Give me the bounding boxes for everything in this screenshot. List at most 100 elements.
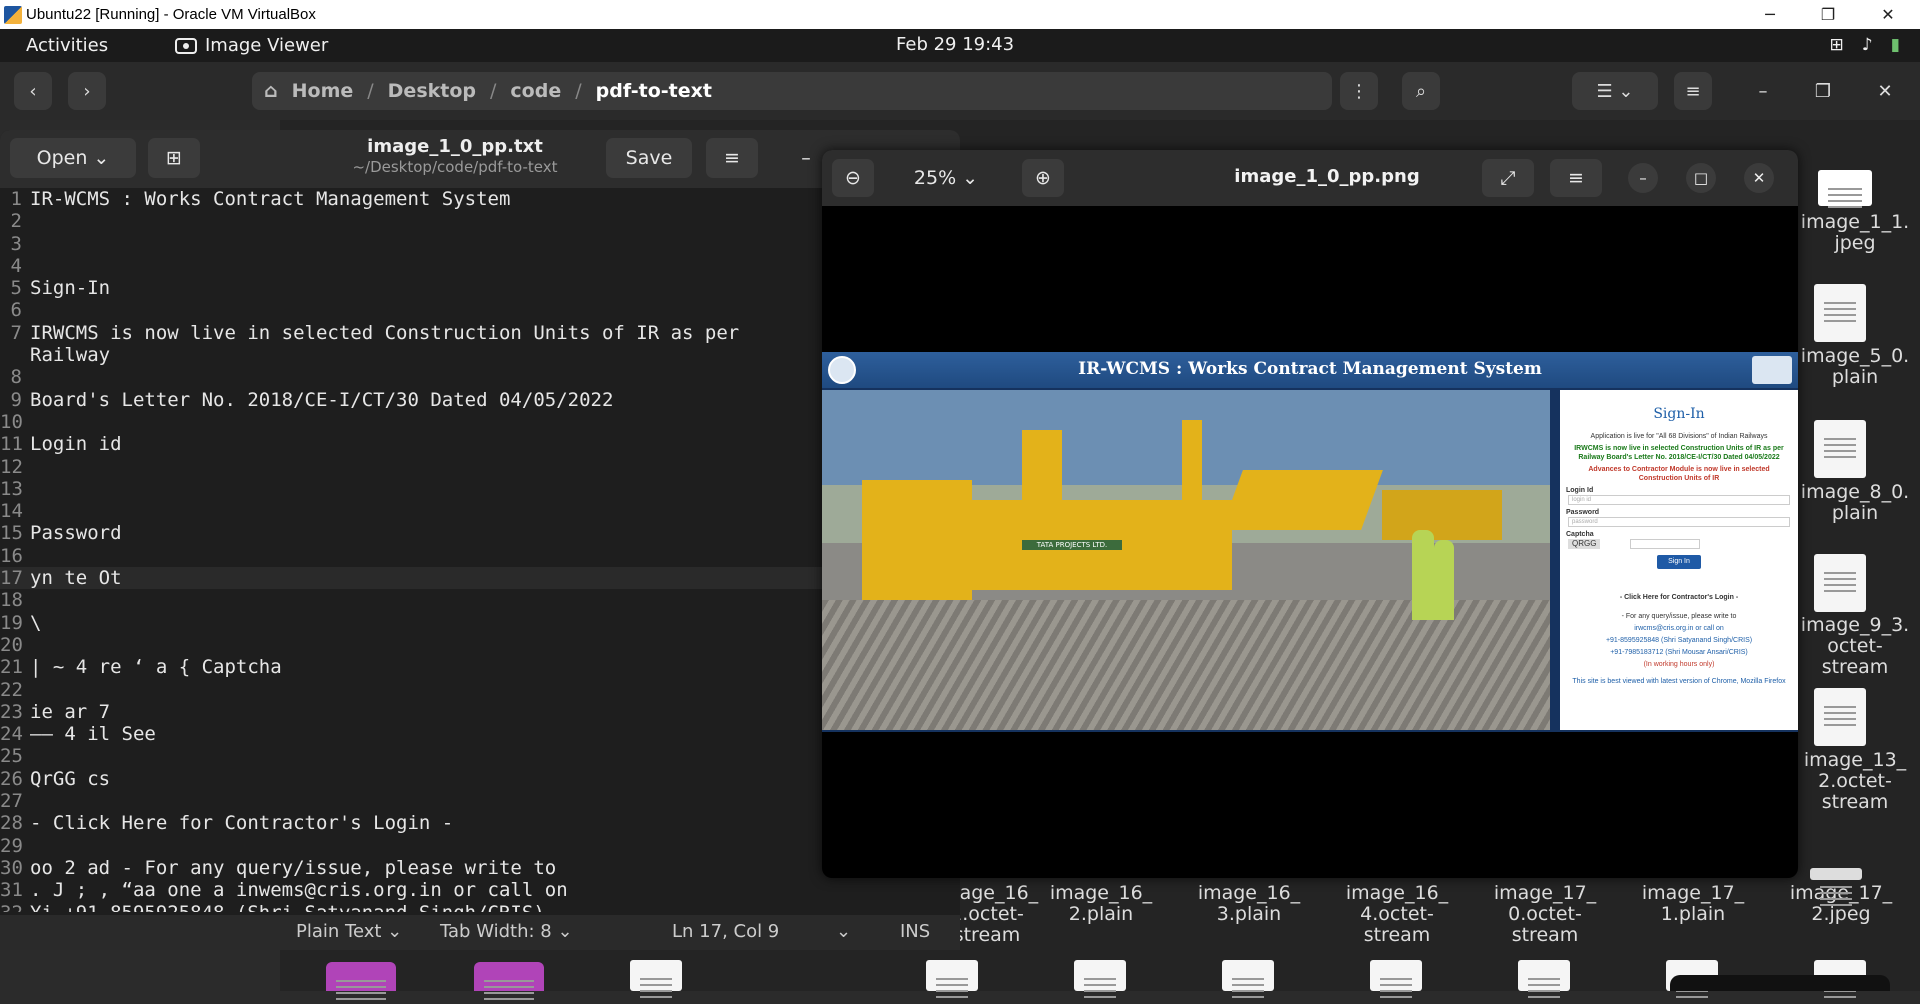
editor-menu-button[interactable]: ≡ bbox=[706, 138, 758, 178]
document-icon[interactable] bbox=[1222, 960, 1274, 1002]
code-line[interactable]: 15 Password bbox=[0, 522, 960, 544]
syntax-selector[interactable]: Plain Text ⌄ bbox=[296, 921, 402, 942]
code-line[interactable]: 24 —— 4 il See bbox=[0, 723, 960, 745]
file-item[interactable]: image_1_1. jpeg bbox=[1780, 212, 1920, 254]
back-button[interactable]: ‹ bbox=[14, 72, 52, 110]
code-line[interactable]: 1 IR-WCMS : Works Contract Management Sys… bbox=[0, 188, 960, 210]
line-text: Yi +91-8595925848 (Shri Satyanand Singh/… bbox=[30, 902, 545, 913]
code-line[interactable]: 21 | ~ 4 re ‘ a { Captcha bbox=[0, 656, 960, 678]
code-line[interactable]: 22 bbox=[0, 679, 960, 701]
code-line[interactable]: 5 Sign-In bbox=[0, 277, 960, 299]
path-desktop[interactable]: Desktop bbox=[388, 80, 476, 102]
code-line[interactable]: 25 bbox=[0, 745, 960, 767]
code-line[interactable]: 29 bbox=[0, 835, 960, 857]
code-line[interactable]: 8 bbox=[0, 366, 960, 388]
code-line[interactable]: 6 bbox=[0, 299, 960, 321]
files-maximize-button[interactable]: ❐ bbox=[1804, 72, 1842, 110]
viewer-close-button[interactable]: ✕ bbox=[1744, 163, 1774, 193]
file-item[interactable]: image_5_0. plain bbox=[1780, 346, 1920, 388]
document-icon[interactable] bbox=[1518, 960, 1570, 1002]
files-close-button[interactable]: ✕ bbox=[1866, 72, 1904, 110]
zoom-in-icon[interactable]: ⊕ bbox=[1022, 159, 1064, 197]
code-line[interactable]: 19 \ bbox=[0, 612, 960, 634]
code-line[interactable]: 11 Login id bbox=[0, 433, 960, 455]
code-line[interactable]: 20 bbox=[0, 634, 960, 656]
zoom-out-icon[interactable]: ⊖ bbox=[832, 159, 874, 197]
code-line[interactable]: 32Yi +91-8595925848 (Shri Satyanand Sing… bbox=[0, 902, 960, 913]
save-button[interactable]: Save bbox=[606, 138, 692, 178]
viewer-maximize-button[interactable]: □ bbox=[1686, 163, 1716, 193]
cursor-position[interactable]: Ln 17, Col 9 bbox=[672, 921, 779, 942]
files-menu-button[interactable]: ≡ bbox=[1674, 72, 1712, 110]
viewer-minimize-button[interactable]: – bbox=[1628, 163, 1658, 193]
displayed-image[interactable]: IR-WCMS : Works Contract Management Syst… bbox=[822, 352, 1798, 732]
signin-button[interactable]: Sign In bbox=[1657, 555, 1701, 569]
app-menu[interactable]: Image Viewer bbox=[175, 35, 328, 56]
search-icon[interactable]: ⌕ bbox=[1402, 72, 1440, 110]
code-line[interactable]: 26 QrGG cs bbox=[0, 768, 960, 790]
cursor-menu-icon[interactable]: ⌄ bbox=[836, 921, 851, 942]
system-tray[interactable]: ⊞ ♪ ▮ bbox=[1830, 35, 1900, 55]
file-item[interactable]: image_9_3. octet- stream bbox=[1780, 615, 1920, 678]
line-text: Board's Letter No. 2018/CE-I/CT/30 Dated… bbox=[30, 388, 614, 411]
code-line[interactable]: 31 . J ; , “aa one a inwems@cris.org.in o… bbox=[0, 879, 960, 901]
vbox-restore-button[interactable]: ❐ bbox=[1800, 0, 1856, 29]
code-line[interactable]: 27 bbox=[0, 790, 960, 812]
path-home[interactable]: Home bbox=[292, 80, 354, 102]
code-line[interactable]: 9 Board's Letter No. 2018/CE-I/CT/30 Date… bbox=[0, 389, 960, 411]
insert-mode[interactable]: INS bbox=[900, 921, 930, 942]
code-line[interactable]: 16 bbox=[0, 545, 960, 567]
login-field[interactable]: login id bbox=[1568, 495, 1790, 505]
activities-button[interactable]: Activities bbox=[26, 35, 108, 56]
files-minimize-button[interactable]: – bbox=[1744, 72, 1782, 110]
file-item[interactable]: image_17_ 0.octet- stream bbox=[1470, 883, 1620, 946]
file-item[interactable]: image_13_ 2.octet- stream bbox=[1780, 750, 1920, 813]
document-icon[interactable] bbox=[630, 960, 682, 1002]
forward-button[interactable]: › bbox=[68, 72, 106, 110]
code-line[interactable]: 14 bbox=[0, 500, 960, 522]
path-code[interactable]: code bbox=[510, 80, 561, 102]
code-line[interactable]: Railway bbox=[0, 344, 960, 366]
view-toggle-button[interactable]: ☰ ⌄ bbox=[1572, 72, 1658, 110]
document-icon[interactable] bbox=[926, 960, 978, 1002]
code-line[interactable]: 23 ie ar 7 bbox=[0, 701, 960, 723]
viewer-menu-button[interactable]: ≡ bbox=[1550, 159, 1602, 197]
code-line[interactable]: 4 bbox=[0, 255, 960, 277]
file-item[interactable]: image_16_ 3.plain bbox=[1174, 883, 1324, 925]
zoom-level-selector[interactable]: 25% ⌄ bbox=[888, 159, 1004, 197]
vbox-close-button[interactable]: ✕ bbox=[1860, 0, 1916, 29]
fullscreen-icon[interactable]: ⤢ bbox=[1482, 159, 1534, 197]
path-menu-button[interactable]: ⋮ bbox=[1340, 72, 1378, 110]
code-line[interactable]: 18 bbox=[0, 589, 960, 611]
code-line[interactable]: 12 bbox=[0, 456, 960, 478]
code-line[interactable]: 7 IRWCMS is now live in selected Construc… bbox=[0, 322, 960, 344]
captcha-field[interactable] bbox=[1630, 539, 1701, 549]
path-current[interactable]: pdf-to-text bbox=[596, 80, 712, 102]
password-field[interactable]: password bbox=[1568, 517, 1790, 527]
document-icon[interactable] bbox=[1370, 960, 1422, 1002]
document-icon[interactable] bbox=[1074, 960, 1126, 1002]
vbox-minimize-button[interactable]: ─ bbox=[1742, 0, 1798, 29]
code-line[interactable]: 10 bbox=[0, 411, 960, 433]
image-file-icon[interactable] bbox=[326, 962, 396, 1004]
virtualbox-icon bbox=[4, 5, 22, 24]
tab-width-selector[interactable]: Tab Width: 8 ⌄ bbox=[440, 921, 573, 942]
file-item[interactable]: image_16_ 4.octet- stream bbox=[1322, 883, 1472, 946]
path-bar[interactable]: ⌂ Home / Desktop / code / pdf-to-text bbox=[252, 72, 1332, 110]
editor-minimize-button[interactable]: – bbox=[786, 138, 826, 178]
code-line[interactable]: 28 - Click Here for Contractor's Login - bbox=[0, 812, 960, 834]
code-line[interactable]: 3 bbox=[0, 233, 960, 255]
file-item[interactable]: image_17_ 1.plain bbox=[1618, 883, 1768, 925]
code-line[interactable]: 17 yn te Ot bbox=[0, 567, 960, 590]
image-file-icon[interactable] bbox=[474, 962, 544, 1004]
new-tab-button[interactable]: ⊞ bbox=[148, 138, 200, 178]
code-line[interactable]: 30 oo 2 ad - For any query/issue, please … bbox=[0, 857, 960, 879]
open-button[interactable]: Open ⌄ bbox=[10, 138, 136, 178]
clock[interactable]: Feb 29 19:43 bbox=[896, 34, 1014, 55]
contractor-login-link[interactable]: - Click Here for Contractor's Login - bbox=[1566, 593, 1792, 602]
file-item[interactable]: image_16_ 2.plain bbox=[1026, 883, 1176, 925]
file-item[interactable]: image_8_0. plain bbox=[1780, 482, 1920, 524]
code-line[interactable]: 13 bbox=[0, 478, 960, 500]
text-view[interactable]: 1 IR-WCMS : Works Contract Management Sys… bbox=[0, 186, 960, 912]
code-line[interactable]: 2 bbox=[0, 210, 960, 232]
